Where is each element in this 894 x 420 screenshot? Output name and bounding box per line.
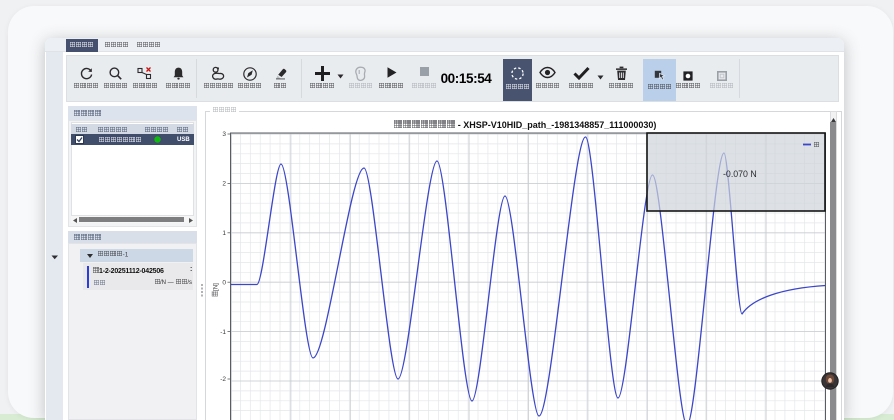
- svg-text:-1: -1: [220, 329, 226, 336]
- svg-text:3: 3: [222, 131, 226, 138]
- svg-text:0: 0: [222, 279, 226, 286]
- svg-text:-0.070 N: -0.070 N: [723, 169, 757, 179]
- svg-text:1: 1: [222, 230, 226, 237]
- svg-text:2: 2: [222, 181, 226, 188]
- svg-text:-2: -2: [220, 376, 226, 383]
